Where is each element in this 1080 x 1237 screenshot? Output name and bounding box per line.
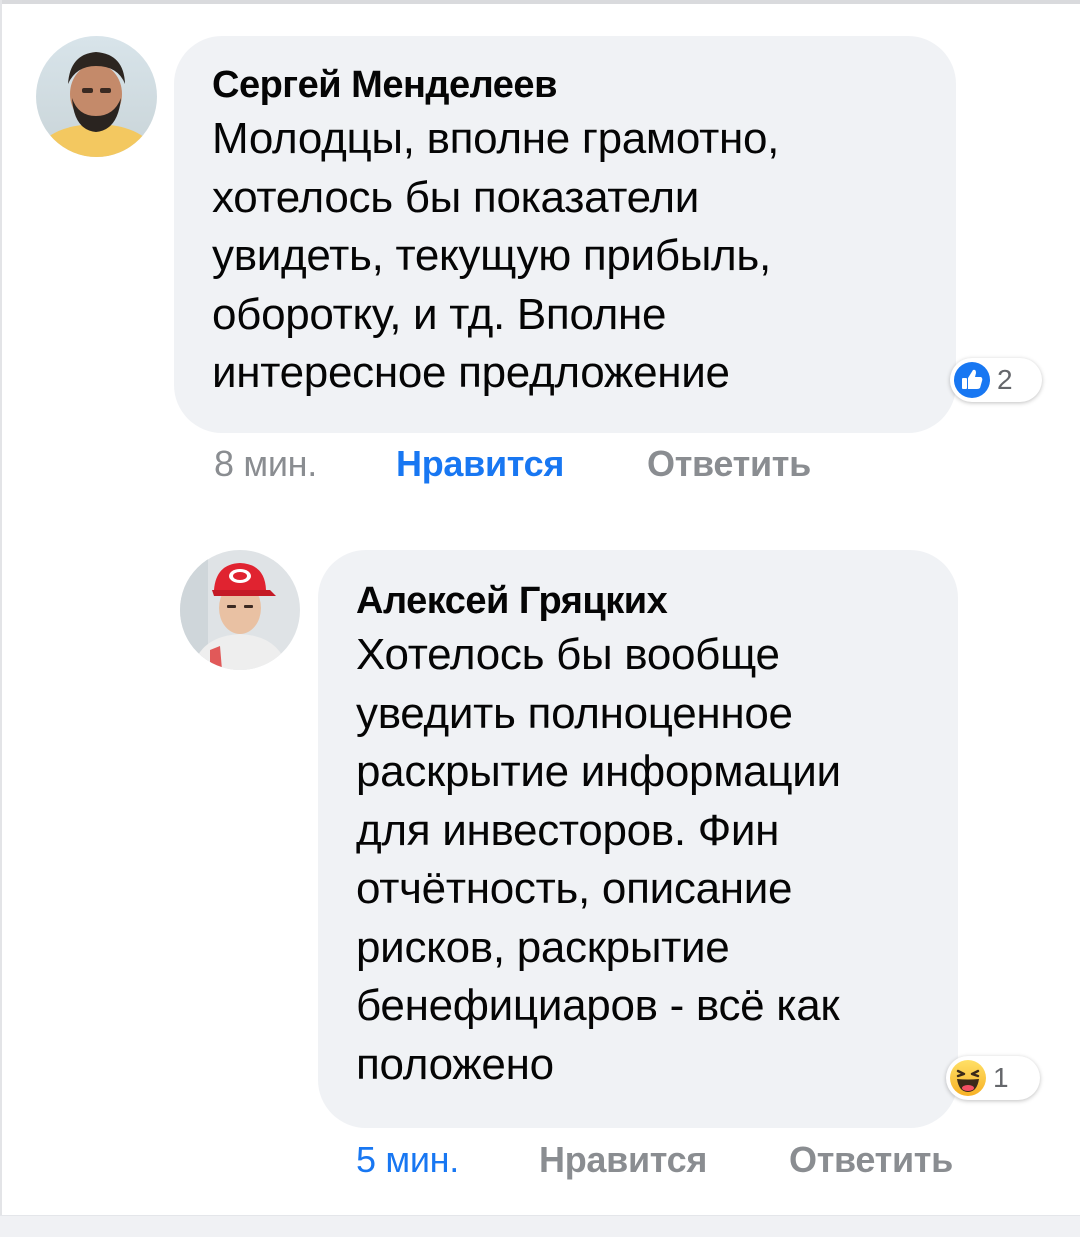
bottom-divider [0, 1215, 1080, 1237]
comment-timestamp[interactable]: 8 мин. [214, 442, 317, 486]
comment-text: Хотелось бы вообще уведить полноценное р… [356, 630, 841, 1089]
reaction-summary[interactable]: 2 [950, 358, 1042, 402]
haha-icon [950, 1060, 986, 1096]
reaction-count: 1 [993, 1062, 1009, 1093]
avatar-sergey[interactable] [36, 36, 157, 157]
avatar-alexey[interactable] [180, 550, 300, 670]
reply-button[interactable]: Ответить [647, 442, 811, 486]
top-divider [0, 0, 1080, 4]
comment-author[interactable]: Алексей Гряцких [356, 576, 920, 626]
reply-button[interactable]: Ответить [789, 1138, 953, 1182]
left-border [0, 0, 2, 1215]
reaction-count: 2 [997, 364, 1013, 395]
comment-author[interactable]: Сергей Менделеев [212, 60, 918, 110]
like-icon [954, 362, 990, 398]
reaction-summary[interactable]: 1 [946, 1056, 1040, 1100]
comment-text: Молодцы, вполне грамотно, хотелось бы по… [212, 114, 780, 397]
like-button[interactable]: Нравится [396, 442, 564, 486]
comment-timestamp[interactable]: 5 мин. [356, 1138, 459, 1182]
comment-bubble: Сергей Менделеев Молодцы, вполне грамотн… [174, 36, 956, 433]
like-button[interactable]: Нравится [539, 1138, 707, 1182]
comment-bubble: Алексей Гряцких Хотелось бы вообще уведи… [318, 550, 958, 1128]
